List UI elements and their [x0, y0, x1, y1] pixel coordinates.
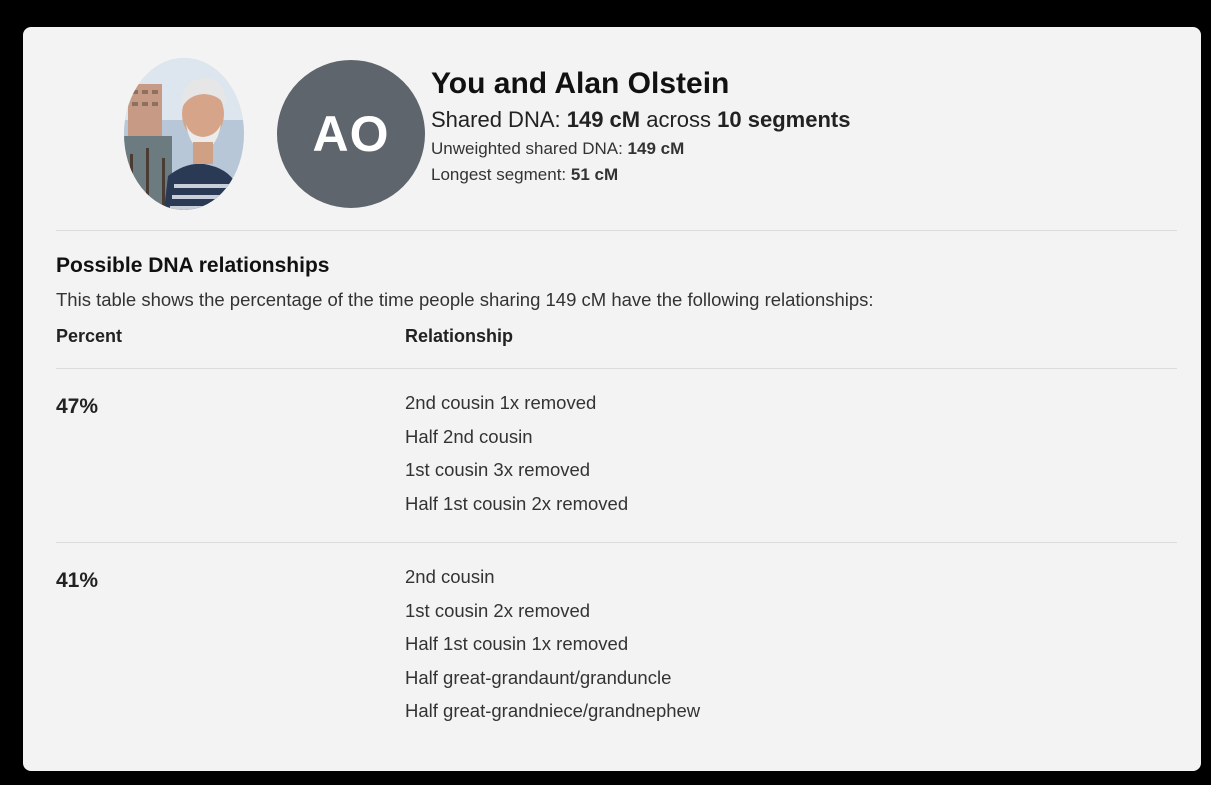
percent-cell: 41% — [56, 569, 99, 592]
relationship-item: Half great-grandaunt/granduncle — [405, 666, 672, 688]
relationship-item: 1st cousin 2x removed — [405, 599, 591, 621]
user-photo-avatar — [124, 58, 244, 210]
relationship-list: 2nd cousin 1x removed Half 2nd cousin 1s… — [405, 386, 628, 520]
longest-segment-value: 51 cM — [570, 165, 619, 184]
shared-dna-label: Shared DNA: — [431, 107, 567, 132]
table-row: 41% 2nd cousin 1st cousin 2x removed Hal… — [56, 543, 1177, 750]
relationship-item: 2nd cousin 1x removed — [405, 392, 597, 413]
unweighted-value: 149 cM — [627, 139, 685, 158]
shared-dna-line: Shared DNA: 149 cM across 10 segments — [431, 107, 850, 133]
relationships-heading: Possible DNA relationships — [56, 254, 330, 277]
person-photo-icon — [124, 58, 244, 210]
match-card: AO You and Alan Olstein Shared DNA: 149 … — [23, 27, 1201, 771]
shared-dna-across: across — [640, 107, 718, 132]
longest-segment-label: Longest segment: — [431, 165, 571, 184]
shared-dna-value: 149 cM — [566, 107, 641, 132]
relationship-item: Half 2nd cousin — [405, 425, 533, 447]
unweighted-label: Unweighted shared DNA: — [431, 139, 628, 158]
percent-column-header: Percent — [56, 326, 123, 346]
match-title: You and Alan Olstein — [431, 67, 730, 100]
relationship-item: Half great-grandniece/grandnephew — [405, 700, 701, 721]
longest-segment-line: Longest segment: 51 cM — [431, 165, 850, 185]
relationship-column-header: Relationship — [405, 326, 514, 346]
shared-segments-value: 10 segments — [717, 107, 851, 132]
initials-avatar: AO — [273, 56, 429, 212]
percent-cell: 47% — [56, 395, 99, 418]
match-header: AO You and Alan Olstein Shared DNA: 149 … — [56, 27, 1177, 231]
table-header: Percent Relationship — [56, 326, 1177, 369]
relationships-description: This table shows the percentage of the t… — [56, 289, 874, 310]
relationship-list: 2nd cousin 1st cousin 2x removed Half 1s… — [405, 560, 700, 728]
unweighted-line: Unweighted shared DNA: 149 cM — [431, 139, 850, 159]
match-info: You and Alan Olstein Shared DNA: 149 cM … — [431, 67, 850, 191]
relationship-item: Half 1st cousin 2x removed — [405, 492, 629, 514]
relationship-item: 2nd cousin — [405, 566, 495, 587]
relationship-item: 1st cousin 3x removed — [405, 459, 591, 480]
table-row: 47% 2nd cousin 1x removed Half 2nd cousi… — [56, 369, 1177, 543]
relationship-item: Half 1st cousin 1x removed — [405, 633, 629, 654]
